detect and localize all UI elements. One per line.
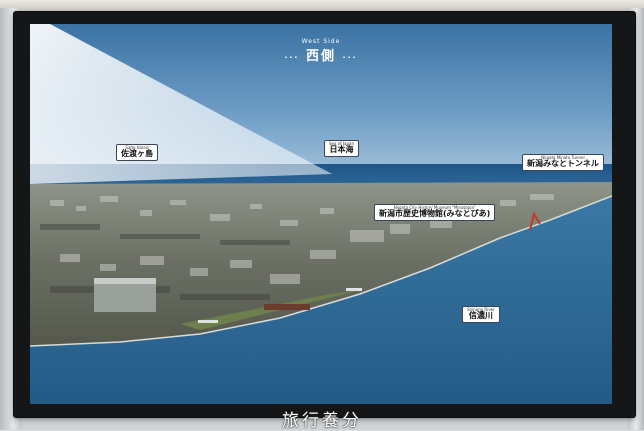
panorama-panel: West Side ··· 西側 ··· Sado Island 佐渡ヶ島 Se… [30, 24, 612, 404]
panel-heading: West Side ··· 西側 ··· [260, 38, 382, 64]
window-ledge [0, 0, 644, 12]
label-sea-of-japan: Sea of Japan 日本海 [324, 140, 360, 158]
boat [198, 320, 218, 323]
office-roof [94, 278, 156, 284]
label-history-museum: Niigata City History Museum "Minatopia" … [374, 204, 496, 222]
watermark-text: 旅行養分 [282, 411, 362, 431]
label-sado-island: Sado Island 佐渡ヶ島 [116, 144, 158, 162]
heading-en: West Side [301, 38, 341, 45]
panorama-photo [30, 24, 612, 404]
heading-jp: ··· 西側 ··· [284, 49, 358, 64]
boat [346, 288, 362, 291]
barge [264, 304, 310, 310]
photo-background: West Side ··· 西側 ··· Sado Island 佐渡ヶ島 Se… [0, 0, 644, 431]
label-shinano-river: Shinano River 信濃川 [462, 306, 500, 324]
label-minato-tunnel: Niigata Minato Tunnel 新潟みなとトンネル [522, 154, 604, 172]
